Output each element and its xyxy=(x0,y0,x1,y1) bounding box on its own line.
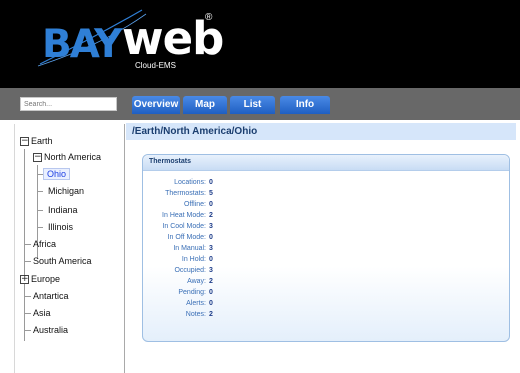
stat-row: Locations: 0 xyxy=(143,179,343,189)
thermostats-panel: Thermostats Locations: 0 Thermostats: 5 Of… xyxy=(142,154,510,342)
main-content: /Earth/North America/Ohio Thermostats Lo… xyxy=(126,120,520,373)
stat-value: 0 xyxy=(209,179,213,186)
thermostats-panel-header: Thermostats xyxy=(143,155,509,171)
stat-value: 2 xyxy=(209,278,213,285)
tree-item-ohio[interactable]: Ohio xyxy=(43,168,71,180)
stat-value: 3 xyxy=(209,267,213,274)
stat-label: Locations: xyxy=(174,179,206,186)
tree-item-michigan[interactable]: Michigan xyxy=(48,186,84,196)
tree-connector xyxy=(37,227,43,228)
stat-row: Thermostats: 5 xyxy=(143,190,343,200)
tab-list[interactable]: List xyxy=(230,96,275,114)
stat-label: In Hold: xyxy=(181,256,206,263)
stat-value: 5 xyxy=(209,190,213,197)
stat-row: In Manual: 3 xyxy=(143,245,343,255)
tree-item-south-america[interactable]: South America xyxy=(33,256,92,266)
tree-item-antartica[interactable]: Antartica xyxy=(33,291,69,301)
stat-row: Pending: 0 xyxy=(143,289,343,299)
stat-value: 0 xyxy=(209,201,213,208)
tab-overview[interactable]: Overview xyxy=(132,96,180,114)
tree-item-africa[interactable]: Africa xyxy=(33,239,56,249)
stat-row: In Cool Mode: 3 xyxy=(143,223,343,233)
logo-subtitle: Cloud-EMS xyxy=(135,61,176,70)
stat-label: In Heat Mode: xyxy=(162,212,206,219)
tree-item-illinois[interactable]: Illinois xyxy=(48,222,73,232)
tree-item-australia[interactable]: Australia xyxy=(33,325,68,335)
stat-value: 0 xyxy=(209,256,213,263)
stat-row: In Heat Mode: 2 xyxy=(143,212,343,222)
stat-label: Notes: xyxy=(185,311,206,318)
collapse-north-america-icon[interactable]: − xyxy=(33,153,42,162)
expand-europe-icon[interactable]: + xyxy=(20,275,29,284)
thermostats-panel-title: Thermostats xyxy=(149,158,192,165)
stat-row: Away: 2 xyxy=(143,278,343,288)
stat-row: Notes: 2 xyxy=(143,311,343,321)
stat-value: 2 xyxy=(209,311,213,318)
stat-value: 3 xyxy=(209,245,213,252)
tree-connector xyxy=(37,191,43,192)
stat-value: 3 xyxy=(209,223,213,230)
tree-connector xyxy=(37,210,43,211)
stat-row: Occupied: 3 xyxy=(143,267,343,277)
breadcrumb: /Earth/North America/Ohio xyxy=(132,126,258,137)
tree-item-europe[interactable]: Europe xyxy=(31,274,60,284)
breadcrumb-bar: /Earth/North America/Ohio xyxy=(126,123,516,140)
search-input[interactable] xyxy=(20,97,117,111)
tab-info[interactable]: Info xyxy=(280,96,330,114)
app-header: BAY web ® Cloud-EMS xyxy=(0,0,520,88)
tab-map[interactable]: Map xyxy=(183,96,227,114)
tree-connector xyxy=(24,244,31,245)
stat-label: In Off Mode: xyxy=(167,234,206,241)
stat-value: 0 xyxy=(209,234,213,241)
stat-label: In Cool Mode: xyxy=(162,223,206,230)
logo-bay-text: BAY xyxy=(42,22,122,67)
stat-label: Occupied: xyxy=(174,267,206,274)
tree-connector xyxy=(24,296,31,297)
collapse-earth-icon[interactable]: − xyxy=(20,137,29,146)
tree-item-earth[interactable]: Earth xyxy=(31,136,53,146)
stat-value: 2 xyxy=(209,212,213,219)
stat-value: 0 xyxy=(209,289,213,296)
stat-label: Thermostats: xyxy=(165,190,206,197)
stat-label: Alerts: xyxy=(186,300,206,307)
tree-item-north-america[interactable]: North America xyxy=(44,152,101,162)
stat-label: In Manual: xyxy=(173,245,206,252)
tree-connector xyxy=(24,313,31,314)
stat-row: In Off Mode: 0 xyxy=(143,234,343,244)
tree-connector xyxy=(24,330,31,331)
bayweb-logo[interactable]: BAY web ® Cloud-EMS xyxy=(32,8,224,80)
stat-row: Offline: 0 xyxy=(143,201,343,211)
stat-label: Offline: xyxy=(183,201,206,208)
tree-item-asia[interactable]: Asia xyxy=(33,308,51,318)
stat-value: 0 xyxy=(209,300,213,307)
stat-label: Away: xyxy=(187,278,206,285)
logo-registered-mark: ® xyxy=(205,12,213,23)
stat-label: Pending: xyxy=(178,289,206,296)
tree-connector xyxy=(24,261,31,262)
stat-row: Alerts: 0 xyxy=(143,300,343,310)
stat-row: In Hold: 0 xyxy=(143,256,343,266)
tree-item-indiana[interactable]: Indiana xyxy=(48,205,78,215)
